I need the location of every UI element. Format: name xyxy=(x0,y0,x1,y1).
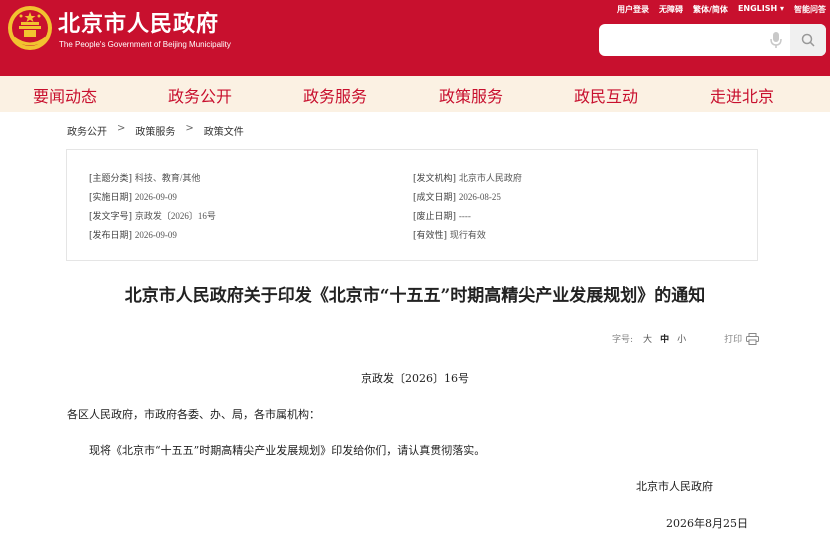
meta-created-date: [成文日期] 2026-08-25 xyxy=(413,192,501,203)
login-link[interactable]: 用户登录 xyxy=(617,4,649,15)
nav-gov-affairs[interactable]: 政务公开 xyxy=(168,83,232,107)
document-tools: 字号: 大 中 小 打印 xyxy=(612,332,760,345)
meta-doc-number: [发文字号] 京政发〔2026〕16号 xyxy=(89,211,216,222)
meta-repeal-date: [废止日期] ---- xyxy=(413,211,471,222)
national-emblem-icon xyxy=(8,6,52,50)
nav-about-beijing[interactable]: 走进北京 xyxy=(710,83,774,107)
breadcrumb-separator-icon: > xyxy=(117,123,126,134)
search-icon xyxy=(801,33,815,47)
top-links: 用户登录 无障碍 繁体/简体 ENGLISH ▾ 智能问答 xyxy=(617,4,826,15)
meta-published-date: [发布日期] 2026-09-09 xyxy=(89,230,177,241)
search-box xyxy=(599,24,826,56)
document-meta-box: [主题分类] 科技、教育/其他 [发文机构] 北京市人民政府 [实施日期] 20… xyxy=(66,149,758,261)
site-title[interactable]: 北京市人民政府 xyxy=(58,6,219,38)
search-button[interactable] xyxy=(790,24,826,56)
microphone-icon[interactable] xyxy=(769,31,783,49)
site-subtitle: The People's Government of Beijing Munic… xyxy=(59,40,231,49)
font-size-medium-button[interactable]: 中 xyxy=(660,332,669,345)
english-link[interactable]: ENGLISH ▾ xyxy=(738,4,784,15)
main-nav: 要闻动态 政务公开 政务服务 政策服务 政民互动 走进北京 xyxy=(0,76,830,112)
breadcrumb: 政务公开 > 政策服务 > 政策文件 xyxy=(67,123,244,138)
document-body: 现将《北京市“十五五”时期高精尖产业发展规划》印发给你们，请认真贯彻落实。 xyxy=(89,444,486,457)
printer-icon xyxy=(746,332,760,345)
nav-policy-services[interactable]: 政策服务 xyxy=(439,83,503,107)
breadcrumb-item[interactable]: 政策服务 xyxy=(135,123,175,138)
font-size-small-button[interactable]: 小 xyxy=(677,332,686,345)
meta-effective-date: [实施日期] 2026-09-09 xyxy=(89,192,177,203)
print-button[interactable]: 打印 xyxy=(724,332,760,345)
document-title: 北京市人民政府关于印发《北京市“十五五”时期高精尖产业发展规划》的通知 xyxy=(124,286,706,306)
smart-qa-link[interactable]: 智能问答 xyxy=(794,4,826,15)
font-size-label: 字号: xyxy=(612,335,634,345)
document-number: 京政发〔2026〕16号 xyxy=(361,372,469,385)
meta-validity: [有效性] 现行有效 xyxy=(413,230,486,241)
meta-agency: [发文机构] 北京市人民政府 xyxy=(413,173,522,184)
traditional-simplified-link[interactable]: 繁体/简体 xyxy=(693,4,728,15)
document-date: 2026年8月25日 xyxy=(666,517,748,530)
nav-interaction[interactable]: 政民互动 xyxy=(574,83,638,107)
print-label: 打印 xyxy=(724,335,743,345)
site-header: 北京市人民政府 The People's Government of Beiji… xyxy=(0,0,830,76)
search-input[interactable] xyxy=(605,30,755,50)
accessibility-link[interactable]: 无障碍 xyxy=(659,4,683,15)
font-size-large-button[interactable]: 大 xyxy=(643,332,652,345)
document-signature: 北京市人民政府 xyxy=(636,480,713,493)
document-salutation: 各区人民政府，市政府各委、办、局，各市属机构： xyxy=(67,408,320,421)
nav-news[interactable]: 要闻动态 xyxy=(33,83,97,107)
breadcrumb-item[interactable]: 政策文件 xyxy=(204,123,244,138)
meta-topic: [主题分类] 科技、教育/其他 xyxy=(89,173,201,184)
breadcrumb-item[interactable]: 政务公开 xyxy=(67,123,107,138)
nav-gov-services[interactable]: 政务服务 xyxy=(303,83,367,107)
breadcrumb-separator-icon: > xyxy=(185,123,194,134)
